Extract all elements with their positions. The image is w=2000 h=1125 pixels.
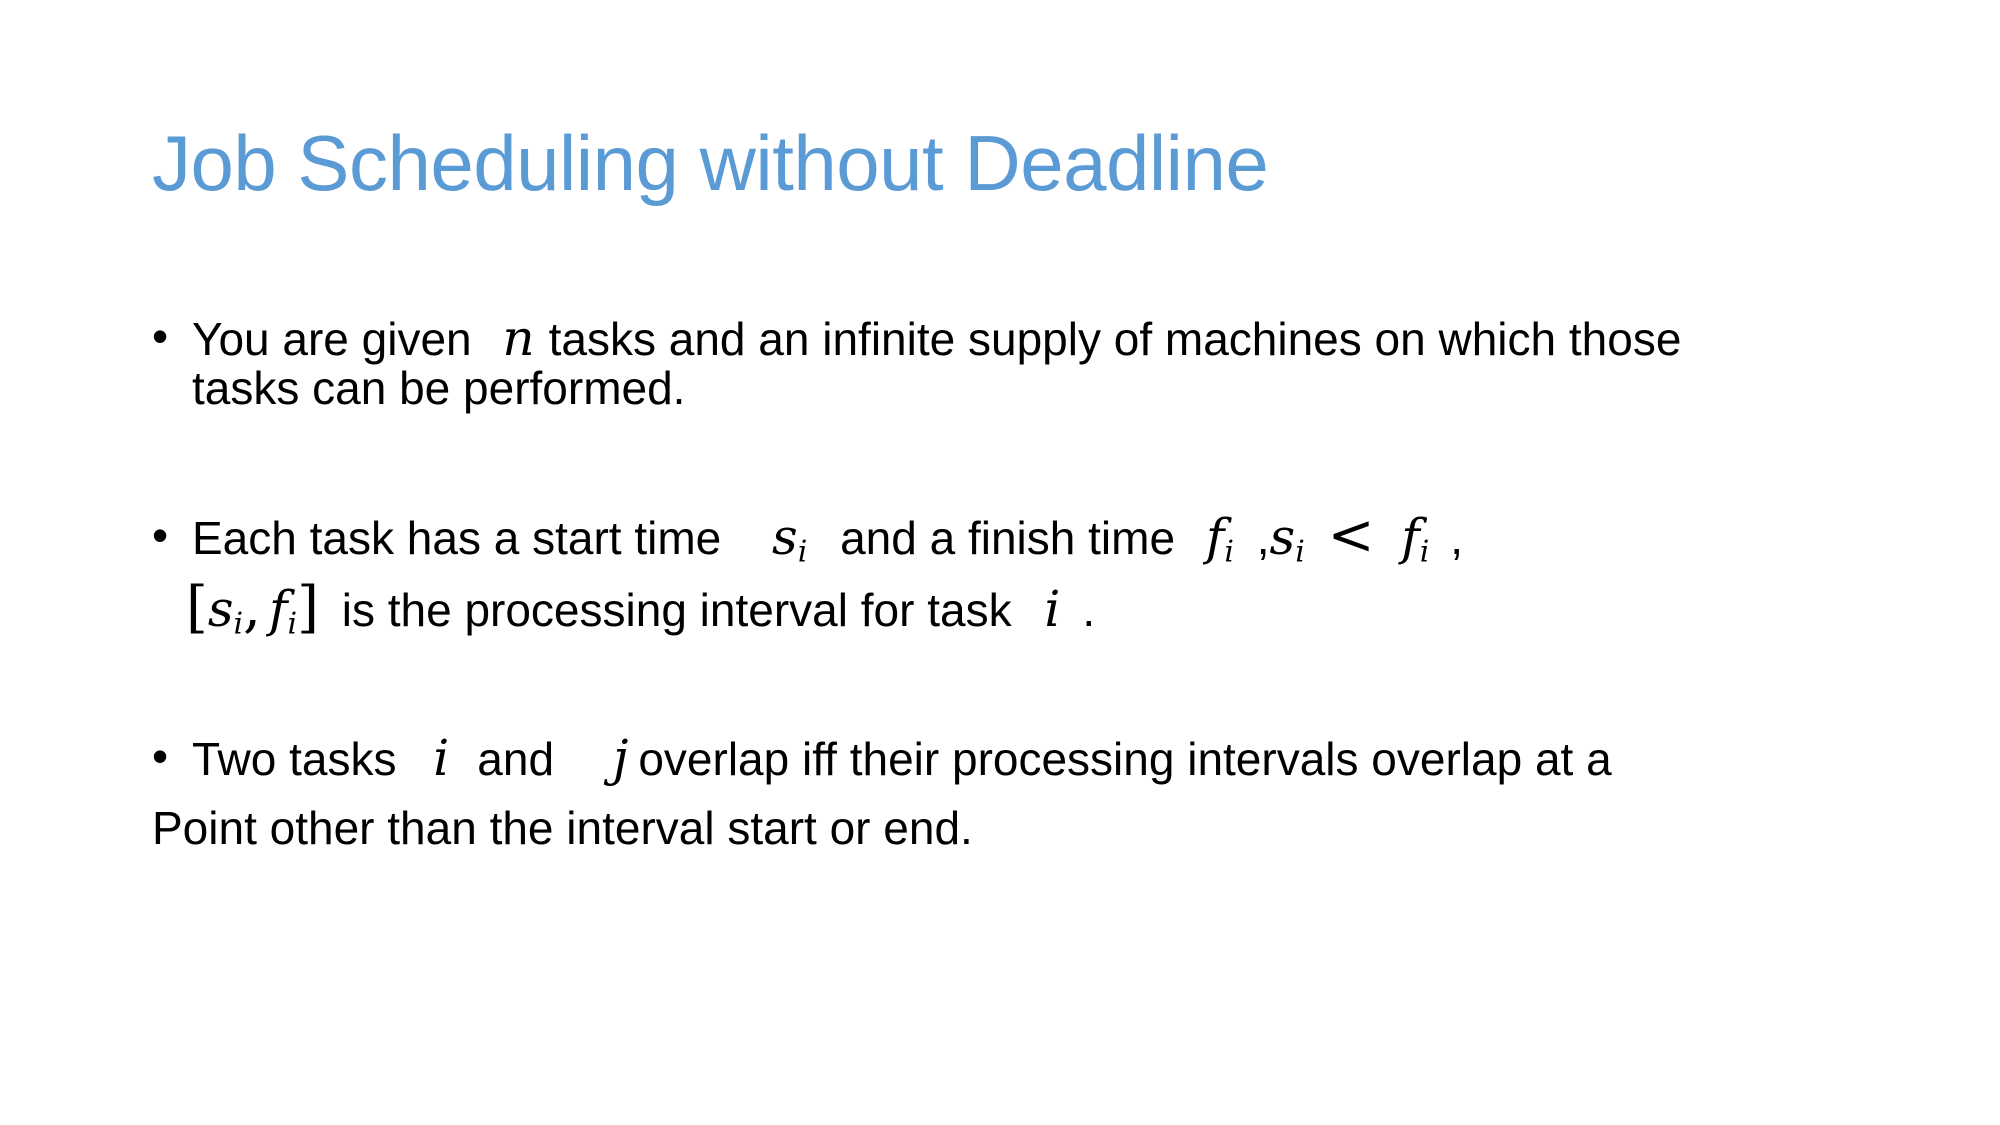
trailing-comma: , — [1450, 512, 1463, 564]
math-f-i-2: fi — [1401, 512, 1429, 567]
math-sub-i: i — [1419, 534, 1430, 570]
slide-title: Job Scheduling without Deadline — [152, 119, 1269, 207]
math-s: s — [1269, 508, 1296, 566]
math-lbracket: [ — [186, 575, 208, 640]
bullet1-line1: You are given n tasks and an infinite sup… — [192, 313, 1681, 363]
math-rbracket: ] — [297, 575, 319, 640]
math-sub-i: i — [797, 534, 808, 570]
bullet1-text-a: You are given — [192, 313, 472, 365]
period: . — [1082, 584, 1096, 636]
math-f-i-3: fi — [269, 584, 297, 639]
bullet-marker: • — [152, 310, 169, 362]
math-f: f — [268, 580, 288, 638]
math-sub-i: i — [233, 606, 244, 642]
math-s-i-2: si — [1270, 512, 1305, 567]
bullet2-line1: Each task has a start time si and a fini… — [192, 503, 1463, 568]
bullet2-line2: [si, fi] is the processing interval for t… — [186, 575, 1096, 640]
bullet1-text-b: tasks and an infinite supply of machines… — [548, 313, 1682, 365]
math-s-i: si — [772, 512, 807, 567]
bullet2-text-a: Each task has a start time — [192, 512, 722, 564]
bullet3-text-and: and — [477, 733, 555, 785]
math-f-i: fi — [1206, 512, 1234, 567]
math-i: i — [1044, 580, 1061, 638]
bullet1-line2: tasks can be performed. — [192, 362, 686, 414]
bullet2-text-c: is the processing interval for task — [341, 584, 1012, 636]
math-sub-i: i — [287, 606, 298, 642]
math-sub-i: i — [1295, 534, 1305, 570]
math-sep: , — [243, 575, 261, 640]
math-j: j — [612, 729, 629, 787]
math-less-than: < — [1327, 503, 1375, 568]
math-n: n — [502, 309, 535, 367]
math-f: f — [1205, 508, 1225, 566]
bullet3-line1: Two tasks i and j overlap iff their proces… — [192, 733, 1612, 783]
math-s: s — [207, 580, 234, 638]
bullet3-line2: Point other than the interval start or e… — [152, 802, 973, 854]
math-i: i — [433, 729, 450, 787]
math-f: f — [1401, 508, 1420, 566]
bullet3-text-a: Two tasks — [192, 733, 397, 785]
bullet-marker: • — [152, 730, 169, 782]
comma: , — [1256, 512, 1270, 564]
bullet2-text-b: and a finish time — [840, 512, 1176, 564]
math-s: s — [772, 508, 798, 566]
bullet-marker: • — [152, 509, 169, 561]
math-sub-i: i — [1224, 534, 1234, 570]
math-s-i-3: si — [208, 584, 243, 639]
slide: Job Scheduling without Deadline • You ar… — [0, 0, 2000, 1125]
bullet3-text-b: overlap iff their processing intervals o… — [638, 733, 1612, 785]
